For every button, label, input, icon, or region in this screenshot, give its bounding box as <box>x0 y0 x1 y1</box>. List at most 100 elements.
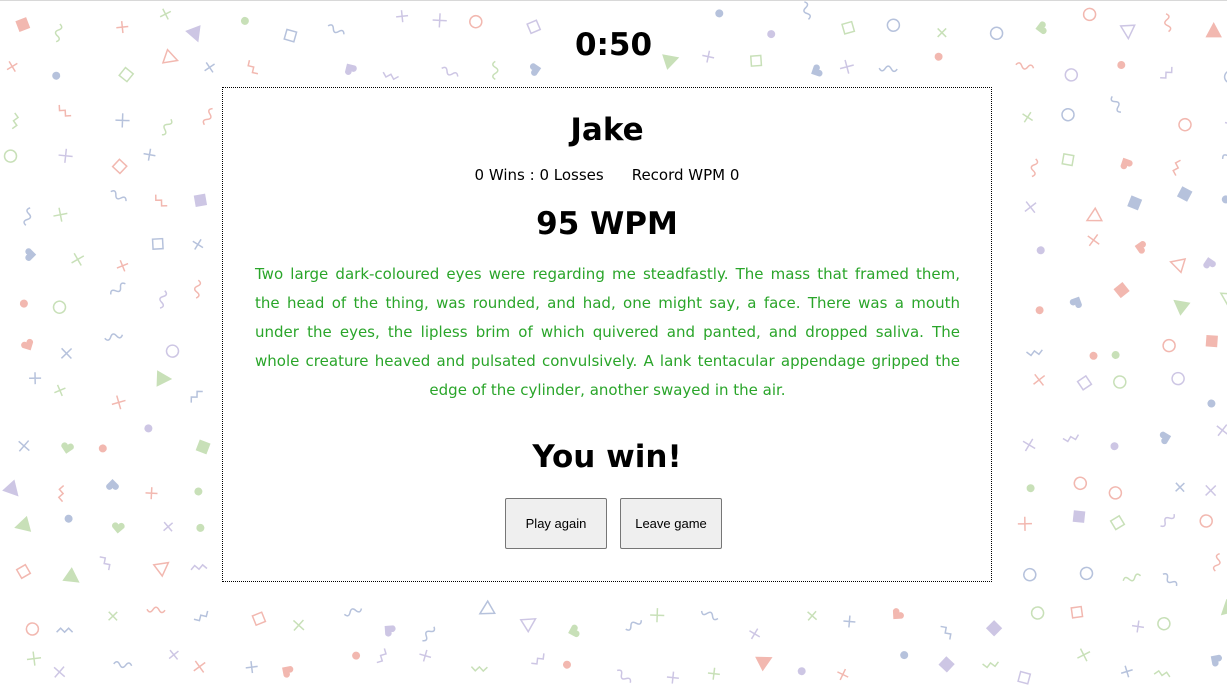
pattern-shape-plus <box>108 611 118 621</box>
pattern-shape-plus <box>168 649 179 660</box>
pattern-shape-plus <box>143 148 156 161</box>
pattern-shape-triangle <box>1219 292 1227 308</box>
pattern-shape-cross <box>650 608 665 623</box>
pattern-shape-squiggle <box>161 118 173 136</box>
pattern-shape-square <box>118 66 135 83</box>
pattern-shape-heart <box>1203 257 1216 269</box>
pattern-shape-triangle <box>1169 257 1187 274</box>
pattern-shape-squiggle <box>625 620 643 631</box>
pattern-shape-plus <box>707 667 720 680</box>
pattern-shape-squiggle <box>1212 552 1221 572</box>
pattern-shape-circle <box>165 344 180 358</box>
pattern-shape-dot <box>1036 246 1045 255</box>
pattern-shape-plus <box>29 372 42 385</box>
pattern-shape-plus <box>419 649 432 662</box>
pattern-shape-dot <box>563 660 571 669</box>
pattern-shape-zig <box>190 390 203 403</box>
pattern-shape-heart <box>25 248 37 261</box>
pattern-shape-heart <box>1120 157 1133 170</box>
game-page: 0:50 Jake 0 Wins : 0 Losses Record WPM 0 … <box>0 0 1227 694</box>
pattern-shape-heart <box>61 442 74 454</box>
pattern-shape-plus <box>163 521 174 532</box>
pattern-shape-square <box>1109 514 1126 531</box>
pattern-shape-squiggle <box>700 610 719 621</box>
typing-passage: Two large dark-coloured eyes were regard… <box>255 265 960 399</box>
pattern-shape-triangle <box>519 617 537 634</box>
pattern-shape-plus <box>192 238 204 250</box>
pattern-shape-plus <box>837 668 849 681</box>
pattern-shape-plus <box>1131 620 1145 633</box>
pattern-shape-dot <box>1111 351 1120 359</box>
pattern-shape-cross <box>58 148 73 163</box>
pattern-shape-square <box>1113 282 1130 299</box>
pattern-shape-heart <box>1159 431 1172 445</box>
pattern-shape-cross <box>1205 484 1217 497</box>
pattern-shape-plus <box>1120 665 1133 678</box>
pattern-shape-square <box>251 611 267 627</box>
pattern-shape-dot <box>144 424 153 433</box>
pattern-shape-cross <box>193 660 206 673</box>
pattern-shape-dot <box>900 651 909 660</box>
race-result-card: Jake 0 Wins : 0 Losses Record WPM 0 95 WP… <box>222 87 992 582</box>
pattern-shape-cross <box>111 395 126 410</box>
pattern-shape-plus <box>1175 482 1185 493</box>
pattern-shape-square <box>1070 605 1084 619</box>
countdown-timer: 0:50 <box>574 27 653 63</box>
pattern-shape-square <box>1127 195 1143 211</box>
pattern-shape-triangle <box>2 479 19 497</box>
pattern-shape-heart <box>1069 296 1082 308</box>
pattern-shape-dot <box>1110 442 1119 451</box>
pattern-shape-cross <box>1022 438 1036 452</box>
pattern-shape-zig <box>99 556 111 571</box>
pattern-shape-squiggle <box>803 1 811 20</box>
pattern-shape-circle <box>1199 514 1213 528</box>
pattern-shape-dot <box>1026 484 1035 493</box>
pattern-shape-square <box>985 620 1003 637</box>
pattern-shape-circle <box>1023 567 1037 582</box>
pattern-shape-zig <box>1172 159 1181 176</box>
pattern-shape-squiggle <box>616 669 632 683</box>
pattern-shape-squiggle <box>104 333 124 341</box>
pattern-shape-heart <box>568 624 580 638</box>
pattern-shape-zig <box>382 71 399 81</box>
pattern-shape-plus <box>245 661 258 674</box>
pattern-shape-squiggle <box>193 279 202 299</box>
pattern-shape-zig <box>376 648 387 664</box>
pattern-shape-heart <box>384 625 396 637</box>
pattern-shape-circle <box>1079 566 1094 581</box>
pattern-shape-dot <box>98 444 107 453</box>
pattern-shape-zig <box>58 104 72 117</box>
pattern-shape-squiggle <box>202 107 213 126</box>
wpm-score: 95 WPM <box>536 206 678 242</box>
pattern-shape-square <box>1176 186 1193 202</box>
pattern-shape-dot <box>1207 399 1216 408</box>
pattern-shape-cross <box>1087 233 1100 247</box>
pattern-shape-squiggle <box>110 282 126 295</box>
pattern-shape-square <box>193 193 208 207</box>
pattern-shape-squiggle <box>1122 573 1142 582</box>
pattern-shape-squiggle <box>110 190 127 202</box>
pattern-shape-squiggle <box>422 626 436 642</box>
pattern-shape-dot <box>1089 351 1098 360</box>
play-again-button[interactable]: Play again <box>505 498 607 549</box>
pattern-shape-plus <box>749 628 761 640</box>
record-wpm: Record WPM 0 <box>631 166 740 184</box>
pattern-shape-cross <box>115 113 130 128</box>
pattern-shape-cross <box>1077 648 1091 662</box>
pattern-shape-circle <box>1157 616 1171 631</box>
pattern-shape-cross <box>53 666 66 678</box>
pattern-shape-plus <box>145 487 158 500</box>
pattern-shape-zig <box>190 563 208 571</box>
pattern-shape-circle <box>1223 70 1227 84</box>
pattern-shape-cross <box>1017 516 1032 531</box>
pattern-shape-zig <box>1026 349 1043 357</box>
pattern-shape-plus <box>116 259 129 272</box>
pattern-shape-dot <box>715 9 724 18</box>
pattern-shape-heart <box>282 665 294 678</box>
pattern-shape-circle <box>25 622 40 636</box>
pattern-shape-zig <box>982 661 1000 669</box>
pattern-shape-square <box>1072 510 1086 523</box>
pattern-shape-circle <box>1108 486 1123 500</box>
pattern-shape-zig <box>1153 669 1171 678</box>
leave-game-button[interactable]: Leave game <box>620 498 722 549</box>
